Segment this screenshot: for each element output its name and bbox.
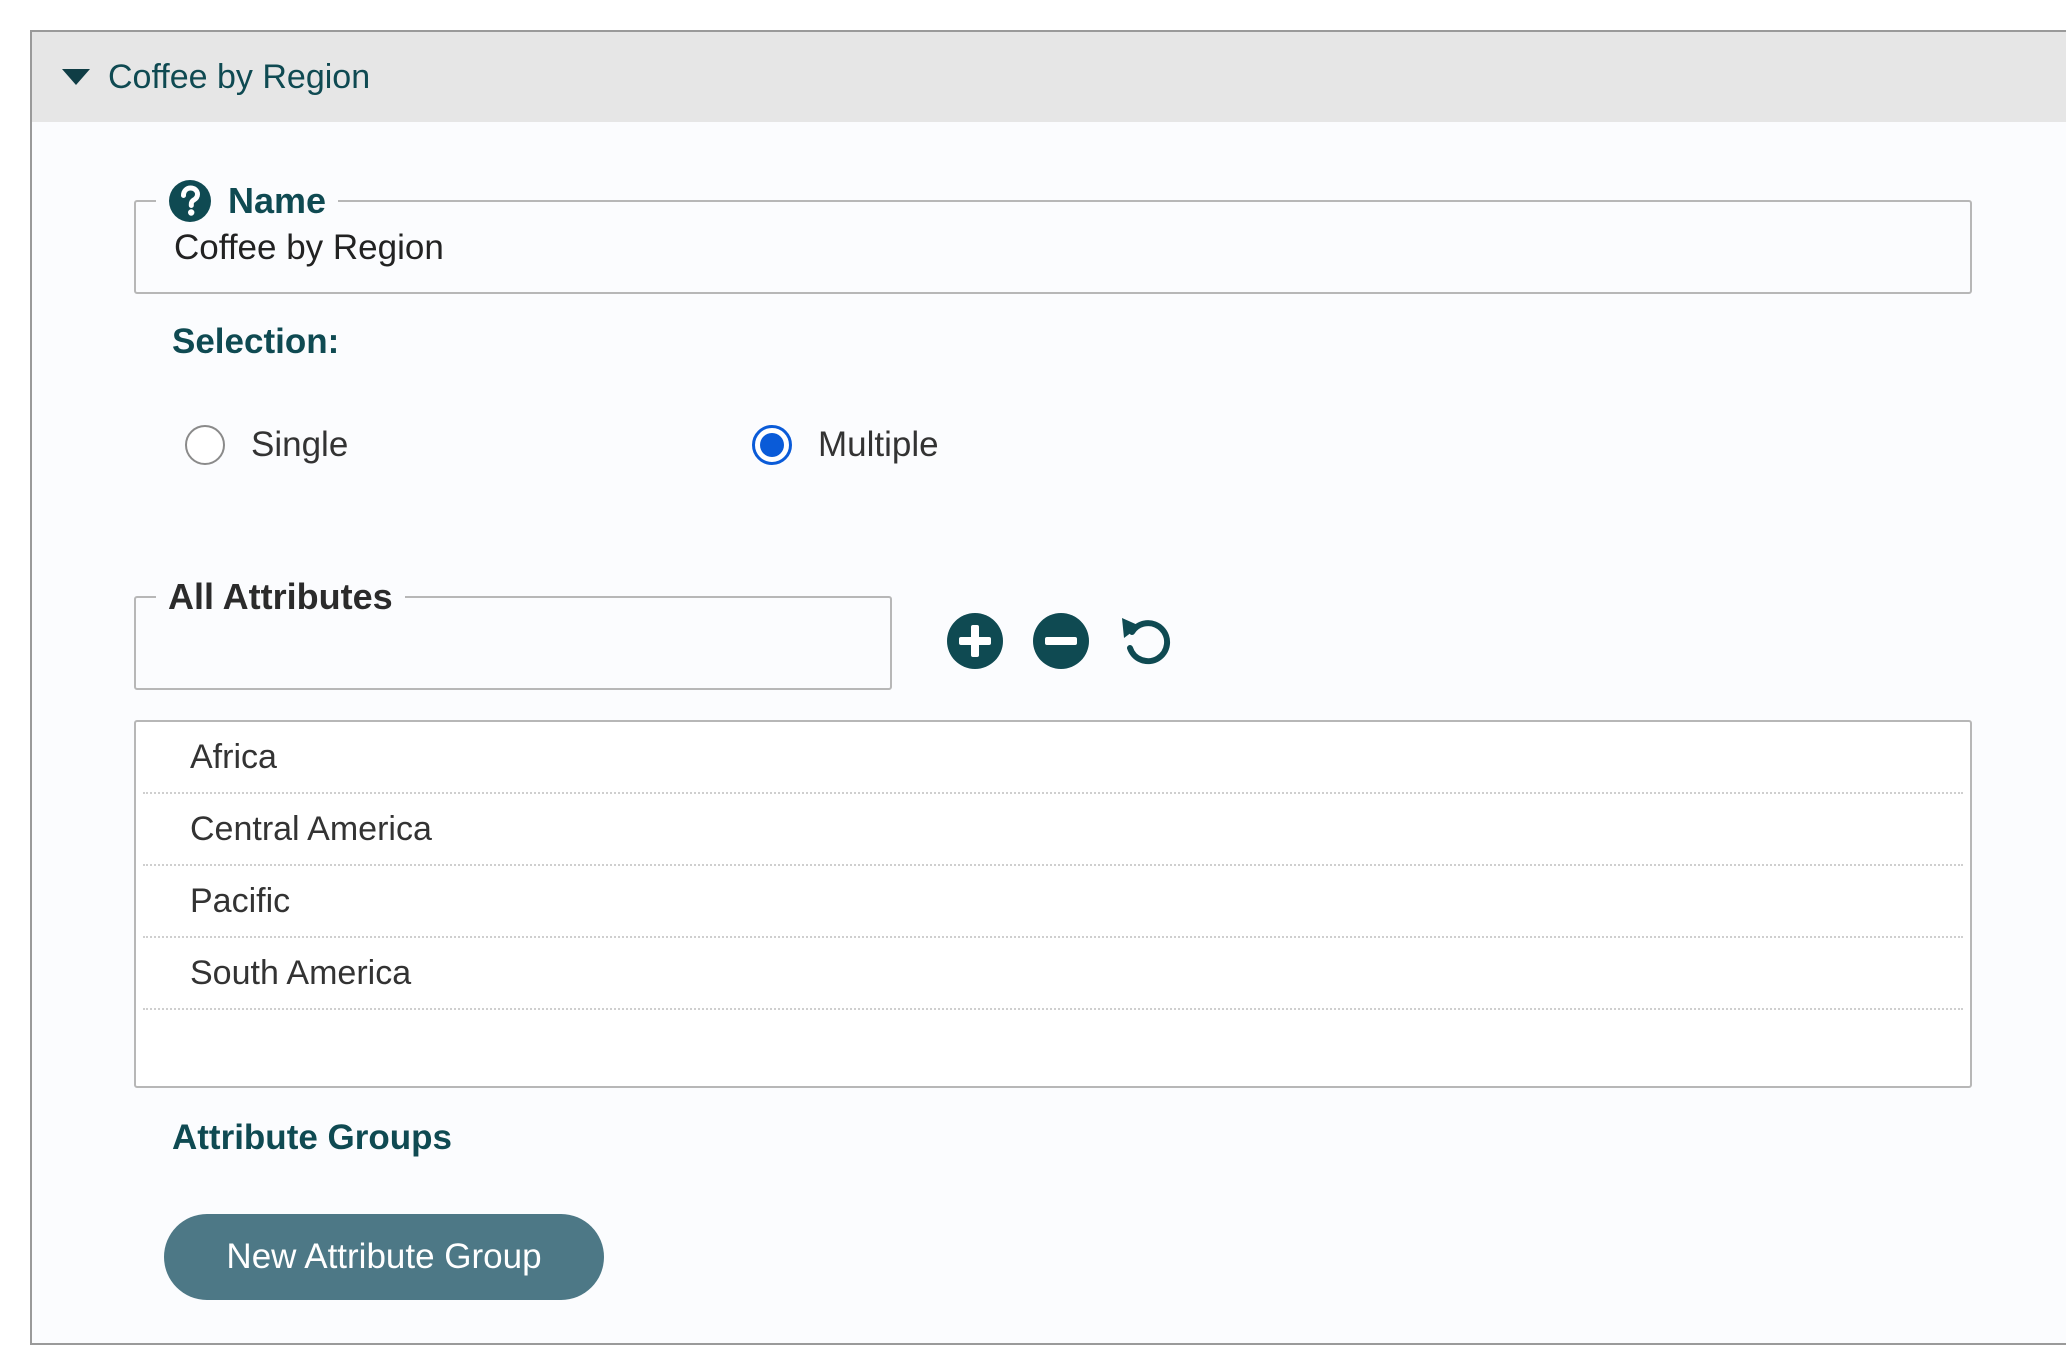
radio-single[interactable]: Single (185, 425, 348, 465)
question-circle-icon[interactable] (168, 179, 212, 223)
attribute-groups-label: Attribute Groups (172, 1118, 452, 1157)
list-item[interactable]: Africa (143, 722, 1963, 794)
name-label: Name (228, 180, 327, 221)
all-attributes-fieldset[interactable]: All Attributes (134, 574, 892, 690)
panel-header[interactable]: Coffee by Region (32, 32, 2066, 122)
radio-single-circle[interactable] (185, 425, 225, 465)
new-attribute-group-button[interactable]: New Attribute Group (164, 1214, 604, 1300)
name-fieldset[interactable]: Name Coffee by Region (134, 178, 1972, 294)
selection-label: Selection: (172, 322, 340, 361)
caret-down-icon[interactable] (62, 69, 90, 85)
undo-icon[interactable] (1118, 612, 1176, 670)
radio-multiple[interactable]: Multiple (752, 425, 939, 465)
minus-circle-icon[interactable] (1032, 612, 1090, 670)
all-attributes-label: All Attributes (168, 576, 393, 617)
name-input[interactable]: Coffee by Region (174, 228, 444, 268)
list-item[interactable]: Pacific (143, 866, 1963, 938)
plus-circle-icon[interactable] (946, 612, 1004, 670)
radio-single-label: Single (251, 425, 349, 464)
radio-multiple-label: Multiple (818, 425, 939, 464)
list-item[interactable]: South America (143, 938, 1963, 1010)
list-item[interactable]: Central America (143, 794, 1963, 866)
panel-title: Coffee by Region (108, 57, 371, 96)
name-legend: Name (156, 178, 339, 224)
all-attributes-legend: All Attributes (156, 574, 405, 620)
coffee-by-region-panel: Coffee by Region Name Coffee by Region S… (30, 30, 2066, 1345)
radio-multiple-circle[interactable] (752, 425, 792, 465)
attribute-listbox[interactable]: Africa Central America Pacific South Ame… (134, 720, 1972, 1088)
